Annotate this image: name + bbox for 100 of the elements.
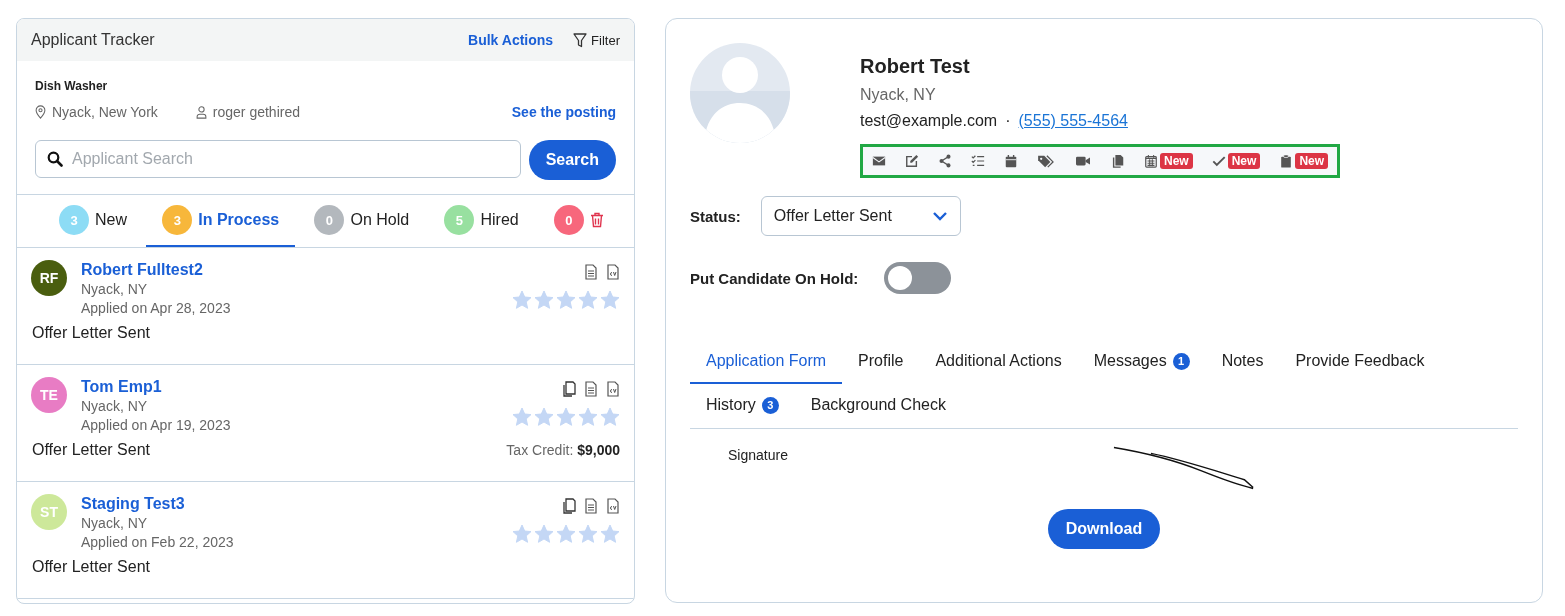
stage-tab[interactable]: 5 Hired [428,195,535,247]
star-icon[interactable] [534,290,554,310]
star-icon[interactable] [556,524,576,544]
applicant-location: Nyack, NY [81,280,149,299]
star-icon[interactable] [600,407,620,427]
star-rating[interactable] [512,524,620,544]
trash-icon [589,212,604,228]
tab[interactable]: Messages 1 [1077,340,1206,384]
cv-file-icon[interactable] [606,498,620,514]
copy-icon[interactable] [562,498,576,514]
stage-tab[interactable]: 0 On Hold [298,195,426,247]
star-icon[interactable] [534,407,554,427]
star-rating[interactable] [512,407,620,427]
count-badge: 0 [553,205,584,235]
copy-icon[interactable] [562,381,576,397]
stage-label: Hired [480,211,519,229]
job-title: Dish Washer [35,79,109,93]
star-icon[interactable] [578,407,598,427]
person-icon [195,105,207,119]
tab-label: Notes [1221,352,1264,370]
count-badge: 1 [1172,352,1190,370]
applicant-location: Nyack, NY [81,397,149,416]
star-icon[interactable] [534,524,554,544]
stage-label: New [95,211,127,229]
star-rating[interactable] [512,290,620,310]
candidate-location: Nyack, NY [860,86,937,104]
cv-file-icon[interactable] [606,264,620,280]
recruiter-name: roger gethired [212,104,300,120]
phone-link[interactable]: (555) 555-4564 [1018,112,1128,130]
document-icon[interactable] [584,498,598,514]
star-icon[interactable] [512,290,532,310]
video-camera-icon[interactable] [1074,154,1092,168]
search-icon [47,151,63,167]
stage-label: On Hold [350,211,410,229]
applied-date: Applied on Apr 28, 2023 [81,299,232,318]
bulk-actions-link[interactable]: Bulk Actions [468,32,554,48]
share-icon[interactable] [938,154,952,168]
initials-avatar: RF [31,260,67,296]
signature-label: Signature [728,447,788,463]
tags-icon[interactable] [1037,154,1055,168]
count-badge: 5 [444,205,475,235]
tab-label: Application Form [706,352,827,370]
edit-icon[interactable] [905,154,919,168]
star-icon[interactable] [512,524,532,544]
stage-tab[interactable]: 3 New [43,195,143,247]
applicant-status: Offer Letter Sent [32,441,150,459]
status-dropdown[interactable]: Offer Letter Sent [760,196,961,236]
mail-icon[interactable] [872,154,886,168]
clipboard-icon[interactable] [1279,154,1294,168]
applicant-name-link[interactable]: Tom Emp1 [81,377,498,397]
stage-tab[interactable]: 3 In Process [146,195,296,247]
filter-button[interactable]: Filter [573,31,620,49]
calendar-icon[interactable] [1004,154,1018,168]
applicant-name-link[interactable]: Robert Fulltest2 [81,260,498,280]
download-button[interactable]: Download [1047,509,1161,549]
hold-toggle[interactable] [884,262,952,294]
chevron-down-icon [931,211,948,221]
tab-label: Additional Actions [935,352,1062,370]
applicant-name-link[interactable]: Staging Test3 [81,494,498,514]
applied-date: Applied on Apr 19, 2023 [81,416,232,435]
star-icon[interactable] [578,524,598,544]
tab-label: Profile [858,352,904,370]
search-button[interactable]: Search [528,140,616,180]
candidate-email: test@example.com [860,112,998,130]
new-badge: New [1160,153,1193,169]
tab[interactable]: Profile [842,340,920,384]
see-posting-link[interactable]: See the posting [511,104,616,120]
tab[interactable]: Additional Actions [919,340,1078,384]
star-icon[interactable] [578,290,598,310]
tab[interactable]: Notes [1205,340,1280,384]
tab[interactable]: Provide Feedback [1279,340,1441,384]
document-icon[interactable] [584,381,598,397]
status-label: Status: [690,207,741,225]
star-icon[interactable] [556,407,576,427]
checkmark-icon[interactable] [1211,154,1226,168]
star-icon[interactable] [600,524,620,544]
count-badge: 0 [314,205,345,235]
star-icon[interactable] [512,407,532,427]
star-icon[interactable] [600,290,620,310]
hold-label: Put Candidate On Hold: [690,269,859,287]
tab-label: Provide Feedback [1295,352,1425,370]
filter-icon [573,31,588,49]
copy-icon[interactable] [1111,154,1125,168]
checklist-icon[interactable] [971,154,985,168]
location-pin-icon [35,105,46,119]
tax-credit-label: Tax Credit: [506,442,574,458]
job-location: Nyack, New York [52,104,158,120]
tab[interactable]: Application Form [690,340,843,384]
new-badge: New [1295,153,1329,169]
candidate-name: Robert Test [860,55,971,78]
tab-label: History [706,396,756,414]
calendar-icon[interactable] [1144,154,1158,168]
tab-label: Background Check [810,396,946,414]
cv-file-icon[interactable] [606,381,620,397]
tab[interactable]: History 3 [690,384,795,428]
applicant-status: Offer Letter Sent [32,324,150,342]
star-icon[interactable] [556,290,576,310]
document-icon[interactable] [584,264,598,280]
tab[interactable]: Background Check [794,384,962,428]
applicant-search-field[interactable]: Applicant Search [35,140,521,178]
